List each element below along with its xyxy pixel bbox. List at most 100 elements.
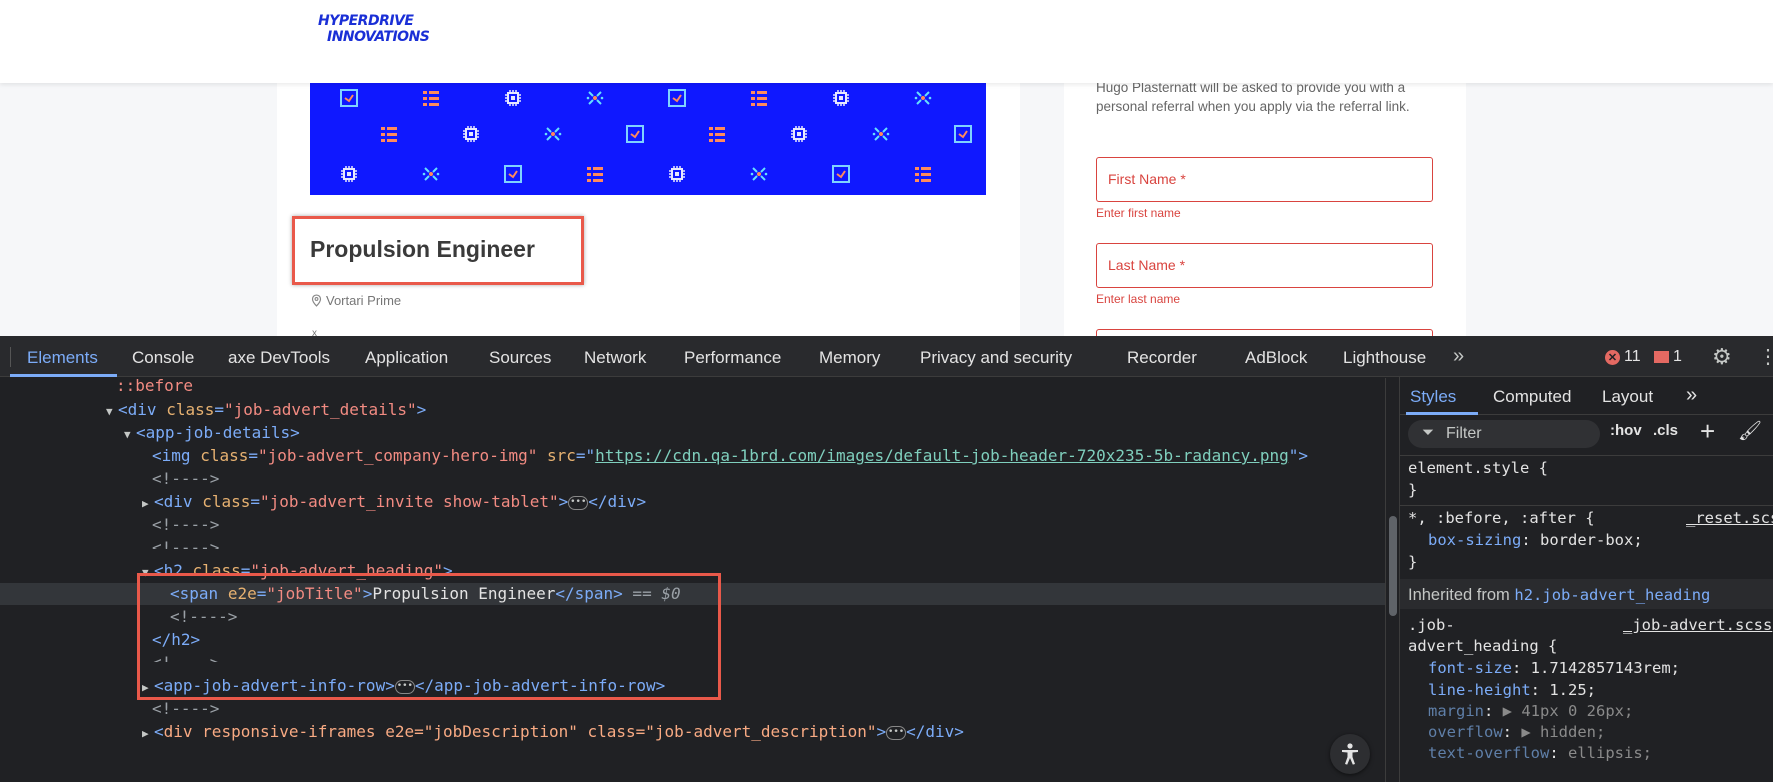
site-header: HYPERDRIVE INNOVATIONS (0, 0, 1773, 83)
attr-name: class (200, 446, 249, 465)
hero-pattern-icon (833, 90, 849, 106)
dom-tree-scrollbar[interactable] (1385, 378, 1399, 782)
ellipsis-badge[interactable]: ••• (886, 725, 907, 740)
prop-name: line-height (1428, 681, 1531, 699)
ellipsis-badge[interactable]: ••• (568, 495, 589, 510)
dom-comment[interactable]: <!----> (0, 698, 1385, 720)
dom-comment[interactable]: <!----> (0, 468, 1385, 490)
collapse-arrow-icon[interactable]: ▶ (142, 493, 154, 515)
inherited-selector-link[interactable]: h2.job-advert_heading (1514, 586, 1710, 604)
text-overflow-declaration[interactable]: text-overflow: ellipsis; (1428, 744, 1652, 762)
expand-arrow-icon[interactable]: ▼ (106, 401, 118, 423)
dom-node-app-job-details[interactable]: ▼ <app-job-details> (0, 422, 1385, 444)
hero-pattern-icon (668, 89, 686, 107)
tab-application[interactable]: Application (365, 348, 448, 368)
divider (1400, 505, 1773, 506)
tab-elements[interactable]: Elements (27, 348, 98, 368)
job-hero-image (310, 83, 986, 195)
element-style-selector[interactable]: element.style { (1408, 459, 1548, 477)
hero-pattern-icon (750, 167, 768, 181)
first-name-error: Enter first name (1096, 206, 1181, 220)
margin-declaration[interactable]: margin: ▶ 41px 0 26px; (1428, 702, 1633, 720)
reset-rule-selector[interactable]: *, :before, :after { (1408, 509, 1595, 527)
tab-performance[interactable]: Performance (684, 348, 781, 368)
settings-gear-icon[interactable]: ⚙ (1712, 344, 1732, 370)
more-tabs-icon[interactable]: » (1453, 345, 1464, 368)
issue-counter[interactable]: 1 (1654, 348, 1682, 366)
active-tab-indicator (10, 374, 117, 377)
error-icon: ✕ (1605, 349, 1620, 365)
hero-pattern-icon (872, 127, 890, 141)
hero-pattern (340, 89, 972, 183)
heading-rule-source-link[interactable]: _job-advert.scss (1623, 616, 1772, 634)
expand-arrow-icon[interactable]: ▼ (124, 424, 136, 446)
prop-name: margin (1428, 702, 1484, 720)
overflow-declaration[interactable]: overflow: ▶ hidden; (1428, 723, 1605, 741)
tab-axe-devtools[interactable]: axe DevTools (228, 348, 330, 368)
attr-value: "job-advert_company-hero-img" (258, 446, 538, 465)
location-pin-icon (311, 294, 322, 307)
tab-console[interactable]: Console (132, 348, 194, 368)
tab-styles[interactable]: Styles (1410, 387, 1456, 407)
styles-filter[interactable]: ⏷ (1408, 420, 1600, 448)
devtools-tabbar: Elements Console axe DevTools Applicatio… (0, 336, 1773, 377)
hero-pattern-icon (915, 167, 931, 182)
prop-value: 1.7142857143rem; (1530, 659, 1680, 677)
dom-comment[interactable]: <!----> (0, 514, 1385, 536)
dom-node-job-advert-details[interactable]: ▼ <div class="job-advert_details"> (0, 399, 1385, 421)
hero-pattern-icon (626, 125, 644, 143)
img-src-link[interactable]: https://cdn.qa-1brd.com/images/default-j… (595, 446, 1289, 465)
heading-rule-selector-cont[interactable]: advert_heading { (1408, 637, 1557, 655)
paint-brush-icon[interactable]: 🖌 (1738, 419, 1762, 443)
collapse-arrow-icon[interactable]: ▶ (142, 723, 154, 745)
tab-divider (10, 347, 11, 367)
issue-flag-icon (1654, 351, 1669, 363)
tab-layout[interactable]: Layout (1602, 387, 1653, 407)
tab-computed[interactable]: Computed (1493, 387, 1571, 407)
comment-text: <!----> (152, 538, 220, 549)
tab-network[interactable]: Network (584, 348, 646, 368)
last-name-field[interactable]: Last Name * (1096, 243, 1433, 288)
tab-sources[interactable]: Sources (489, 348, 551, 368)
styles-filter-input[interactable] (1446, 425, 1586, 443)
hov-button[interactable]: :hov (1610, 422, 1642, 439)
box-sizing-declaration[interactable]: box-sizing: border-box; (1428, 531, 1643, 549)
dom-node-description[interactable]: ▶ <div responsive-iframes e2e="jobDescrip… (0, 721, 1385, 743)
more-style-tabs-icon[interactable]: » (1686, 384, 1697, 407)
devtools-panel: Elements Console axe DevTools Applicatio… (0, 336, 1773, 782)
more-options-icon[interactable]: ⋮ (1758, 344, 1773, 369)
new-style-rule-icon[interactable]: + (1700, 416, 1715, 447)
h2-node-highlight (137, 573, 721, 700)
dom-node-hero-img[interactable]: <img class="job-advert_company-hero-img"… (0, 445, 1385, 467)
inherited-label: Inherited from (1408, 586, 1515, 604)
font-size-declaration[interactable]: font-size: 1.7142857143rem; (1428, 659, 1680, 677)
attr-name: src (547, 446, 576, 465)
hero-pattern-icon (505, 90, 521, 106)
tab-memory[interactable]: Memory (819, 348, 880, 368)
heading-rule-selector[interactable]: .job- (1408, 616, 1455, 634)
active-style-tab-indicator (1406, 412, 1478, 415)
line-height-declaration[interactable]: line-height: 1.25; (1428, 681, 1596, 699)
tab-recorder[interactable]: Recorder (1127, 348, 1197, 368)
dom-node-before[interactable]: ::before (0, 378, 1385, 397)
hero-pattern-icon (381, 127, 397, 142)
tab-lighthouse[interactable]: Lighthouse (1343, 348, 1426, 368)
scrollbar-thumb[interactable] (1389, 516, 1397, 616)
error-count: 11 (1624, 348, 1641, 365)
filter-funnel-icon: ⏷ (1422, 424, 1435, 441)
prop-name: overflow (1428, 723, 1503, 741)
company-logo[interactable]: HYPERDRIVE INNOVATIONS (318, 13, 430, 45)
first-name-field[interactable]: First Name * (1096, 157, 1433, 202)
first-name-label: First Name * (1108, 171, 1186, 187)
tab-adblock[interactable]: AdBlock (1245, 348, 1307, 368)
hero-pattern-icon (340, 89, 358, 107)
tab-privacy-security[interactable]: Privacy and security (920, 348, 1072, 368)
cls-button[interactable]: .cls (1653, 422, 1678, 439)
dom-node-invite[interactable]: ▶ <div class="job-advert_invite show-tabl… (0, 491, 1385, 513)
next-form-field[interactable] (1096, 329, 1433, 336)
error-counter[interactable]: ✕ 11 (1605, 348, 1641, 366)
reset-rule-source-link[interactable]: _reset.scss (1686, 509, 1773, 527)
accessibility-tree-button[interactable] (1330, 734, 1370, 774)
dom-comment[interactable]: <!----> (0, 537, 1385, 549)
hero-pattern-icon (463, 126, 479, 142)
